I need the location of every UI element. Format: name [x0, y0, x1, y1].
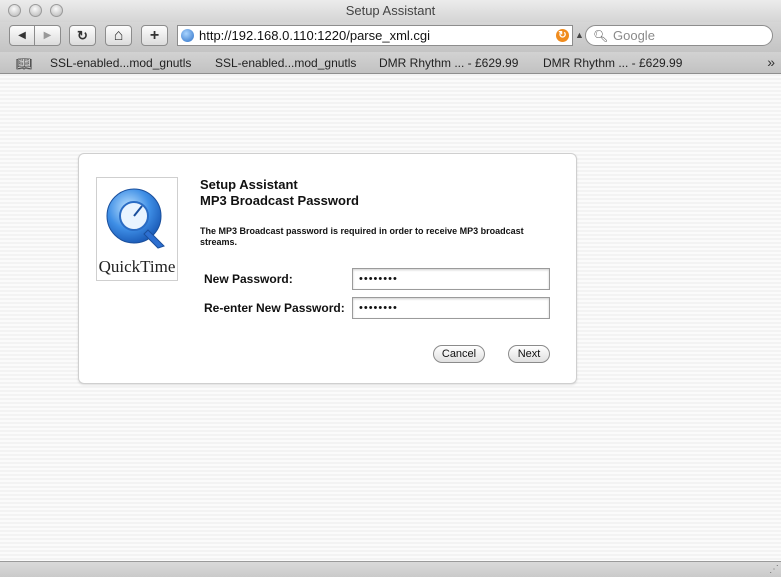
- reload-icon: ↻: [77, 27, 88, 43]
- page-content: QuickTime Setup Assistant MP3 Broadcast …: [0, 74, 781, 561]
- bookmark-item[interactable]: SSL-enabled...mod_gnutls: [215, 56, 356, 70]
- home-button[interactable]: ⌂: [105, 25, 132, 46]
- title-bar: Setup Assistant: [0, 0, 781, 22]
- browser-toolbar: ◀ ▶ ↻ ⌂ + http://192.168.0.110:1220/pars…: [0, 22, 781, 52]
- reenter-password-field[interactable]: ••••••••: [352, 297, 550, 319]
- dialog-description: The MP3 Broadcast password is required i…: [200, 226, 524, 247]
- back-button[interactable]: ◀: [9, 25, 35, 46]
- search-placeholder: Google: [613, 28, 655, 43]
- setup-dialog: QuickTime Setup Assistant MP3 Broadcast …: [78, 153, 577, 384]
- quicktime-q-icon: [106, 188, 165, 249]
- reenter-password-label: Re-enter New Password:: [204, 301, 345, 315]
- new-password-field[interactable]: ••••••••: [352, 268, 550, 290]
- resize-grip-icon[interactable]: ⋰: [769, 564, 779, 575]
- bookmarks-overflow-icon[interactable]: »: [767, 54, 775, 70]
- bookmarks-book-icon[interactable]: 📖︎: [16, 56, 33, 72]
- cancel-button[interactable]: Cancel: [433, 345, 485, 363]
- page-reload-icon[interactable]: ↻: [556, 29, 569, 42]
- add-bookmark-button[interactable]: +: [141, 25, 168, 46]
- next-button[interactable]: Next: [508, 345, 550, 363]
- address-text: http://192.168.0.110:1220/parse_xml.cgi: [199, 28, 431, 43]
- bookmark-item[interactable]: SSL-enabled...mod_gnutls: [50, 56, 191, 70]
- globe-icon: [181, 29, 194, 42]
- search-field[interactable]: 🔍︎ Google: [585, 25, 773, 46]
- bookmark-item[interactable]: DMR Rhythm ... - £629.99: [379, 56, 518, 70]
- new-password-label: New Password:: [204, 272, 293, 286]
- home-icon: ⌂: [113, 26, 124, 44]
- back-arrow-icon: ◀: [18, 30, 26, 41]
- quicktime-wordmark: QuickTime: [98, 257, 176, 276]
- address-bar[interactable]: http://192.168.0.110:1220/parse_xml.cgi …: [177, 25, 573, 46]
- status-bar: ⋰: [0, 561, 781, 577]
- bookmarks-bar: 📖︎ SSL-enabled...mod_gnutls SSL-enabled.…: [0, 52, 781, 74]
- dialog-title: Setup Assistant: [200, 177, 298, 192]
- snapback-icon[interactable]: ▲: [575, 30, 584, 40]
- plus-icon: +: [149, 26, 160, 44]
- quicktime-logo: QuickTime: [96, 177, 178, 281]
- bookmark-item[interactable]: DMR Rhythm ... - £629.99: [543, 56, 682, 70]
- search-icon: 🔍︎: [593, 29, 609, 43]
- window-title: Setup Assistant: [345, 3, 436, 18]
- forward-arrow-icon: ▶: [43, 30, 52, 41]
- reload-button[interactable]: ↻: [69, 25, 96, 46]
- dialog-subtitle: MP3 Broadcast Password: [200, 193, 359, 208]
- forward-button[interactable]: ▶: [35, 25, 61, 46]
